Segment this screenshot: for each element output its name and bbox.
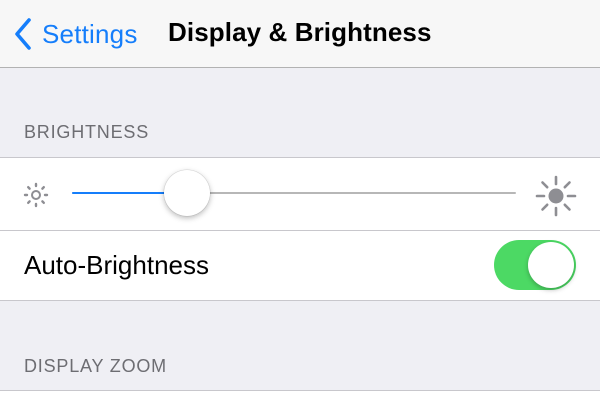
sun-large-icon	[535, 175, 577, 217]
display-zoom-group	[0, 390, 600, 400]
navigation-bar: Settings Display & Brightness	[0, 0, 600, 68]
auto-brightness-toggle[interactable]	[494, 240, 576, 290]
back-button-label: Settings	[42, 18, 138, 49]
settings-screen: Settings Display & Brightness BRIGHTNESS	[0, 0, 600, 400]
back-button[interactable]: Settings	[10, 14, 138, 54]
brightness-section-header: BRIGHTNESS	[24, 122, 150, 142]
chevron-left-icon	[10, 16, 36, 52]
brightness-slider[interactable]	[72, 170, 516, 216]
brightness-slider-thumb[interactable]	[164, 170, 211, 216]
auto-brightness-label: Auto-Brightness	[24, 250, 209, 280]
brightness-group: Auto-Brightness	[0, 157, 600, 301]
toggle-knob	[528, 242, 574, 288]
display-zoom-section-header: DISPLAY ZOOM	[24, 356, 167, 376]
auto-brightness-row: Auto-Brightness	[0, 230, 600, 300]
brightness-slider-row	[0, 158, 600, 230]
sun-small-icon	[23, 182, 49, 208]
page-title: Display & Brightness	[168, 17, 432, 47]
